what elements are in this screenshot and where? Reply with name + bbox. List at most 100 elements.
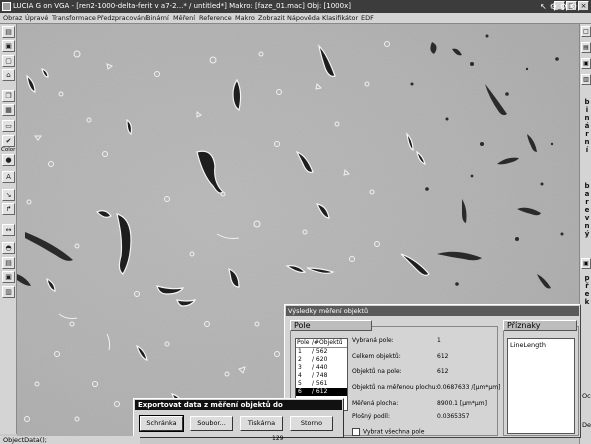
pole-row[interactable]: 2 / 620 <box>296 356 347 364</box>
menu-makro[interactable]: Makro <box>235 14 255 22</box>
pole-number: 6 <box>298 388 302 395</box>
window-title: LUCIA G on VGA - [ren2-1000-delta-ferit … <box>13 2 351 10</box>
menu-reference[interactable]: Reference <box>199 14 232 22</box>
label-de: De <box>582 421 591 429</box>
copy-button[interactable]: ❐ <box>2 90 15 102</box>
home-button[interactable]: ⌂ <box>2 69 15 81</box>
feature-item[interactable]: LineLength <box>510 341 572 349</box>
menu-transformace[interactable]: Transformace <box>52 14 96 22</box>
pole-number: 1 <box>298 348 302 355</box>
menu-predzpracovani[interactable]: Předzpracování <box>97 14 147 22</box>
stat-label: Objektů na měřenou plochu: <box>352 384 438 391</box>
stat-label: Vybraná pole: <box>352 337 394 344</box>
checkbox-box[interactable] <box>352 428 360 436</box>
shape-tool-button[interactable]: ◓ <box>2 242 15 254</box>
line-tool-button[interactable]: ↱ <box>2 203 15 215</box>
stat-label: Plošný podíl: <box>352 413 390 420</box>
object-count: / 748 <box>312 372 328 379</box>
select-all-checkbox[interactable]: Vybrat všechna pole <box>352 428 424 436</box>
frame-button[interactable]: ▭ <box>2 120 15 132</box>
menu-napoveda[interactable]: Nápověda <box>287 14 320 22</box>
check-button[interactable]: ✔ <box>2 135 15 147</box>
pole-number: 3 <box>298 364 302 371</box>
pole-row[interactable]: 4 / 748 <box>296 372 347 380</box>
header-objekty: /#Objektů <box>312 339 343 346</box>
tab-binarni[interactable]: binární <box>581 98 591 154</box>
priznaky-group-label: Příznaky <box>503 320 577 331</box>
object-count: / 440 <box>312 364 328 371</box>
menu-mereni[interactable]: Měření <box>173 14 195 22</box>
right-tool-3-icon[interactable]: ▣ <box>581 58 591 69</box>
stack-button[interactable]: ▣ <box>2 271 15 283</box>
clipboard-button[interactable]: Schránka <box>139 415 184 432</box>
gear-icon[interactable]: ⚙ <box>550 2 557 12</box>
top-tools: ↖ ⚙ ⚙ ⚙ <box>540 2 590 12</box>
stat-value: 612 <box>437 368 449 375</box>
printer-button[interactable]: Tiskárna <box>240 416 283 431</box>
menu-edf[interactable]: EDF <box>361 14 374 22</box>
stat-value: 1 <box>437 337 441 344</box>
grid-button[interactable]: ▦ <box>2 104 15 116</box>
stat-value: 8900.1 [μm*μm] <box>437 400 487 407</box>
cancel-button[interactable]: Storno <box>290 416 333 431</box>
label-oc: Oc <box>582 392 591 400</box>
object-count: / 561 <box>312 380 328 387</box>
menu-obraz[interactable]: Obraz <box>3 14 22 22</box>
stat-value: 0.0687633 /[μm*μm] <box>437 384 501 391</box>
tab-barevny[interactable]: barevný <box>581 182 591 238</box>
menu-binarni[interactable]: Binární <box>146 14 169 22</box>
save-button[interactable]: ▢ <box>2 55 15 67</box>
menu-zobrazit[interactable]: Zobrazit <box>258 14 285 22</box>
print-button[interactable]: ▥ <box>2 286 15 298</box>
stat-value: 0.0365357 <box>437 413 470 420</box>
color-label: Color <box>1 147 16 153</box>
pole-list-header: Pole /#Objektů <box>296 339 347 348</box>
right-tool-4-icon[interactable]: ▥ <box>581 74 591 85</box>
menu-klasifikator[interactable]: Klasifikátor <box>322 14 358 22</box>
tab-prek[interactable]: přek <box>581 274 591 306</box>
menu-upravy[interactable]: Úpravé <box>25 14 48 22</box>
pole-number: 5 <box>298 380 302 387</box>
object-count: / 562 <box>312 348 328 355</box>
stat-value: 612 <box>437 353 449 360</box>
settings-icon[interactable]: ⚙ <box>560 2 567 12</box>
color-button[interactable]: ● <box>2 154 15 166</box>
menu-bar: Obraz Úpravé Transformace Předzpracování… <box>0 13 591 24</box>
pole-row[interactable]: 1 / 562 <box>296 348 347 356</box>
pointer-tool-button[interactable]: ↘ <box>2 189 15 201</box>
arrow-tool-icon[interactable]: ↖ <box>540 2 547 12</box>
layer-button[interactable]: ▤ <box>2 257 15 269</box>
left-toolbar: ▤ ▣ ▢ ⌂ ❐ ▦ ▭ ✔ Color ● A ↘ ↱ ↔ ◓ ▤ ▣ ▥ <box>0 24 17 434</box>
pole-number: 4 <box>298 372 302 379</box>
bottom-number: 129 <box>272 435 284 442</box>
measure-tool-button[interactable]: ↔ <box>2 224 15 236</box>
stat-label: Objektů na pole: <box>352 368 402 375</box>
right-tool-5-icon[interactable]: ▣ <box>581 258 591 269</box>
select-all-label: Vybrat všechna pole <box>363 428 425 436</box>
status-bar: ObjectData(); <box>0 436 140 444</box>
export-dialog: Exportovat data z měření objektů do Schr… <box>133 398 344 438</box>
results-title: Výsledky měření objektů <box>286 306 579 316</box>
title-bar: LUCIA G on VGA - [ren2-1000-delta-ferit … <box>0 0 591 13</box>
stat-label: Celkem objektů: <box>352 353 401 360</box>
right-tool-1-icon[interactable]: □ <box>581 26 591 37</box>
right-tool-2-icon[interactable]: ▤ <box>581 42 591 53</box>
pole-row[interactable]: 5 / 561 <box>296 380 347 388</box>
object-count: / 620 <box>312 356 328 363</box>
pole-row[interactable]: 6 / 612 <box>296 388 347 396</box>
pole-row[interactable]: 3 / 440 <box>296 364 347 372</box>
gear-2-icon[interactable]: ⚙ <box>570 2 577 12</box>
open-button[interactable]: ▣ <box>2 40 15 52</box>
new-image-button[interactable]: ▤ <box>2 26 15 38</box>
object-count: / 612 <box>312 388 328 395</box>
app-icon <box>2 2 11 11</box>
text-tool-button[interactable]: A <box>2 171 15 183</box>
pole-rows: 1 / 562 2 / 620 3 / 440 4 / 748 5 / 561 6 / 612 <box>296 348 347 396</box>
pole-number: 2 <box>298 356 302 363</box>
file-button[interactable]: Soubor... <box>190 416 233 431</box>
header-pole: Pole <box>297 339 310 346</box>
pole-group-label: Pole <box>290 320 372 331</box>
features-list[interactable]: LineLength <box>507 338 575 434</box>
stat-label: Měřená plocha: <box>352 400 399 407</box>
export-dialog-title: Exportovat data z měření objektů do <box>135 400 342 410</box>
